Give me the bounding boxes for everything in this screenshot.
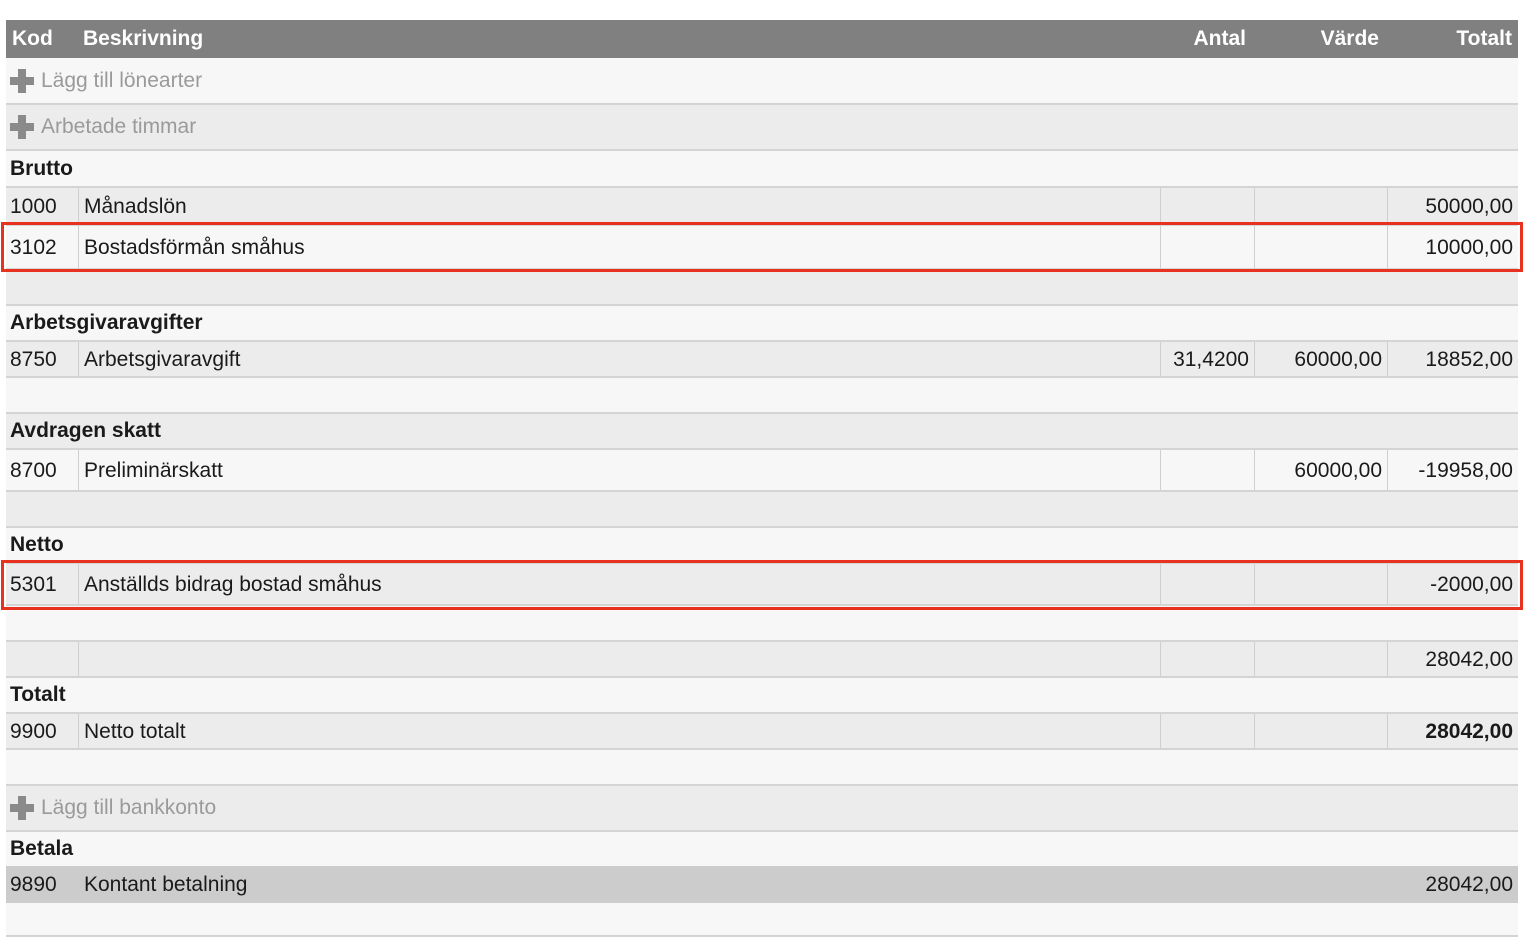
plus-icon: [10, 68, 34, 93]
value-cell: [1255, 714, 1388, 748]
table-row[interactable]: 8750 Arbetsgivaravgift 31,4200 60000,00 …: [6, 340, 1518, 376]
worked-hours-label: Arbetade timmar: [41, 115, 197, 138]
section-title: Netto: [10, 533, 64, 556]
quantity-cell: [1161, 226, 1255, 268]
value-cell: [1255, 226, 1388, 268]
table-row[interactable]: 1000 Månadslön 50000,00: [6, 186, 1518, 224]
value-cell: 60000,00: [1255, 342, 1388, 376]
spacer-row: [6, 490, 1518, 526]
spacer-row: [6, 376, 1518, 412]
total-cell: 18852,00: [1425, 347, 1513, 371]
add-bank-account-button[interactable]: Lägg till bankkonto: [6, 784, 1518, 830]
description-cell: Kontant betalning: [84, 873, 248, 896]
section-title: Avdragen skatt: [10, 419, 161, 442]
description-cell: Preliminärskatt: [79, 450, 1161, 490]
worked-hours-button[interactable]: Arbetade timmar: [6, 103, 1518, 149]
table-row[interactable]: 5301 Anställds bidrag bostad småhus -200…: [6, 562, 1518, 604]
section-netto: Netto: [6, 526, 1518, 562]
value-cell: 60000,00: [1255, 450, 1388, 490]
value-cell: [1255, 188, 1388, 224]
quantity-cell: [1161, 866, 1255, 903]
table-row[interactable]: 3102 Bostadsförmån småhus 10000,00: [6, 224, 1518, 268]
section-title: Arbetsgivaravgifter: [10, 311, 203, 334]
spacer-row: [6, 268, 1518, 304]
description-cell: [79, 642, 1161, 676]
table-row[interactable]: 8700 Preliminärskatt 60000,00 -19958,00: [6, 448, 1518, 490]
subtotal-row[interactable]: 28042,00: [6, 640, 1518, 676]
add-salary-types-label: Lägg till lönearter: [41, 68, 203, 92]
table-header: Kod Beskrivning Antal Värde Totalt: [6, 20, 1518, 58]
section-title: Totalt: [10, 683, 66, 706]
quantity-cell: [1161, 450, 1255, 490]
plus-icon: [10, 115, 34, 139]
column-header-antal[interactable]: Antal: [1194, 27, 1247, 51]
code-cell: 8750: [6, 342, 79, 376]
description-cell: Månadslön: [79, 188, 1161, 224]
section-totalt: Totalt: [6, 676, 1518, 712]
description-cell: Arbetsgivaravgift: [79, 342, 1161, 376]
total-cell: -19958,00: [1418, 458, 1513, 482]
total-cell: 50000,00: [1425, 194, 1513, 218]
total-cell: 28042,00: [1425, 719, 1513, 743]
spacer-row: [6, 748, 1518, 784]
total-cell: -2000,00: [1430, 572, 1513, 596]
value-cell: [1255, 564, 1388, 604]
code-cell: 3102: [6, 226, 79, 268]
quantity-cell: [1161, 642, 1255, 676]
section-arbetsgivaravgifter: Arbetsgivaravgifter: [6, 304, 1518, 340]
payment-row[interactable]: 9890 Kontant betalning 28042,00: [6, 866, 1518, 903]
table-row[interactable]: 9900 Netto totalt 28042,00: [6, 712, 1518, 748]
code-cell: 1000: [6, 188, 79, 224]
description-cell: Bostadsförmån småhus: [79, 226, 1161, 268]
column-header-kod[interactable]: Kod: [12, 27, 53, 51]
quantity-cell: 31,4200: [1161, 342, 1255, 376]
value-cell: [1255, 642, 1388, 676]
code-cell: 9890: [10, 873, 57, 896]
section-betala: Betala: [6, 830, 1518, 866]
code-cell: [6, 642, 79, 676]
plus-icon: [10, 796, 34, 820]
section-title: Brutto: [10, 156, 73, 180]
value-cell: [1255, 866, 1388, 903]
section-title: Betala: [10, 837, 74, 860]
column-header-totalt[interactable]: Totalt: [1456, 27, 1512, 51]
quantity-cell: [1161, 714, 1255, 748]
description-cell: Anställds bidrag bostad småhus: [79, 564, 1161, 604]
section-avdragen-skatt: Avdragen skatt: [6, 412, 1518, 448]
description-cell: Netto totalt: [79, 714, 1161, 748]
quantity-cell: [1161, 188, 1255, 224]
add-salary-types-button[interactable]: Lägg till lönearter: [6, 58, 1518, 103]
spacer-row: [6, 604, 1518, 640]
column-header-beskrivning[interactable]: Beskrivning: [83, 27, 203, 51]
code-cell: 8700: [6, 450, 79, 490]
code-cell: 9900: [6, 714, 79, 748]
code-cell: 5301: [6, 564, 79, 604]
add-bank-account-label: Lägg till bankkonto: [41, 796, 217, 819]
total-cell: 10000,00: [1425, 235, 1513, 259]
quantity-cell: [1161, 564, 1255, 604]
section-brutto: Brutto: [6, 149, 1518, 186]
total-cell: 28042,00: [1425, 647, 1513, 671]
spacer-row: [6, 903, 1518, 937]
column-header-varde[interactable]: Värde: [1321, 27, 1379, 51]
total-cell: 28042,00: [1425, 873, 1513, 896]
payroll-table: Kod Beskrivning Antal Värde Totalt Lägg …: [6, 20, 1518, 937]
